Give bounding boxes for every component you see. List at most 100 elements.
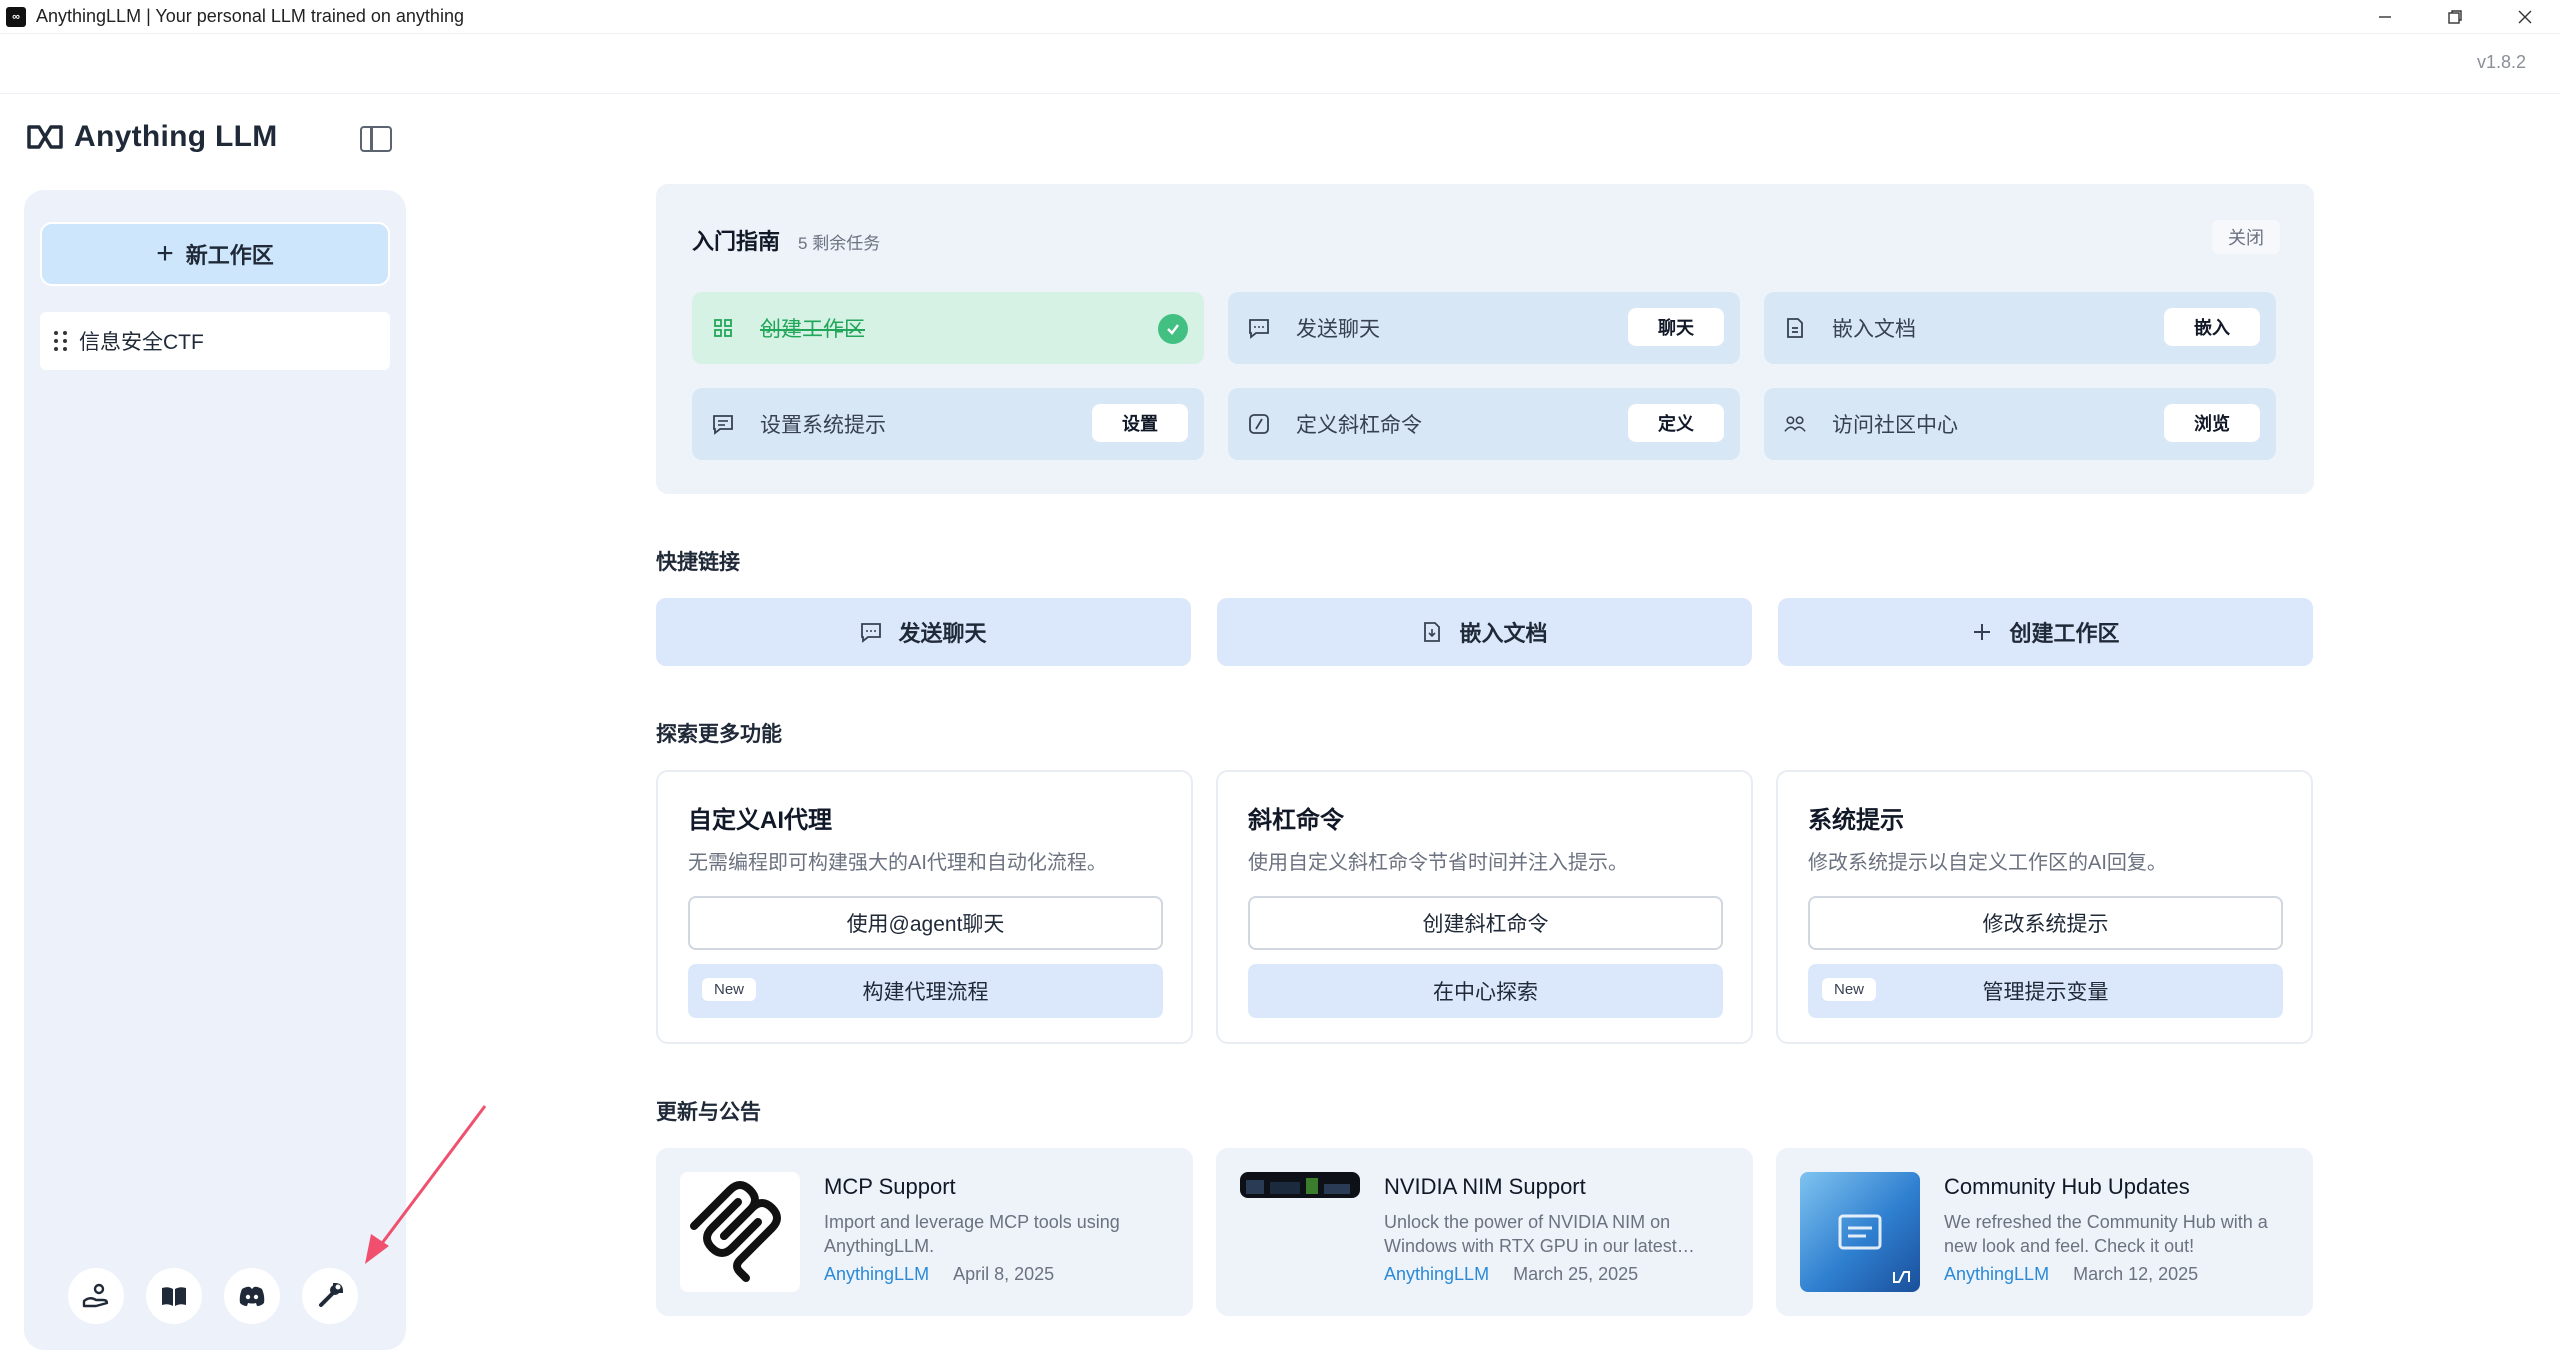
guide-header: 入门指南 5 剩余任务 [692, 224, 880, 256]
news-card-community-hub[interactable]: Community Hub Updates We refreshed the C… [1776, 1148, 2313, 1316]
discord-button[interactable] [224, 1268, 280, 1324]
chat-action-button[interactable]: 聊天 [1628, 308, 1724, 346]
news-item-title: NVIDIA NIM Support [1384, 1174, 1586, 1199]
nvidia-thumbnail [1240, 1172, 1360, 1198]
app-header-bar: v1.8.2 [0, 34, 2560, 94]
chat-icon [1248, 317, 1270, 339]
task-embed-document[interactable]: 嵌入文档 嵌入 [1764, 292, 2276, 364]
task-set-system-prompt[interactable]: 设置系统提示 设置 [692, 388, 1204, 460]
guide-close-button[interactable]: 关闭 [2212, 220, 2280, 254]
news-item-description: Unlock the power of NVIDIA NIM on Window… [1384, 1212, 1695, 1256]
window-title: AnythingLLM | Your personal LLM trained … [36, 6, 464, 26]
getting-started-panel: 入门指南 5 剩余任务 关闭 创建工作区 发送聊天 聊天 嵌入文档 嵌入 设置系… [656, 184, 2314, 494]
close-window-button[interactable] [2490, 0, 2560, 34]
community-icon [1784, 413, 1806, 435]
check-circle-icon [1158, 314, 1188, 344]
chat-with-agent-button[interactable]: 使用@agent聊天 [688, 896, 1163, 950]
document-icon [1784, 317, 1806, 339]
news-card-nvidia[interactable]: NVIDIA NIM Support Unlock the power of N… [1216, 1148, 1753, 1316]
window-controls [2350, 0, 2560, 34]
settings-wrench-icon [319, 1282, 344, 1307]
quick-send-chat-button[interactable]: 发送聊天 [656, 598, 1191, 666]
quick-link-label: 嵌入文档 [1459, 621, 1548, 646]
task-label: 设置系统提示 [760, 414, 886, 437]
task-label: 创建工作区 [760, 318, 865, 341]
guide-remaining-count: 5 剩余任务 [798, 234, 881, 253]
quick-create-workspace-button[interactable]: 创建工作区 [1778, 598, 2313, 666]
quick-links-title: 快捷链接 [656, 551, 740, 574]
task-define-slash-command[interactable]: 定义斜杠命令 定义 [1228, 388, 1740, 460]
guide-title: 入门指南 [692, 229, 781, 254]
task-visit-community-hub[interactable]: 访问社区中心 浏览 [1764, 388, 2276, 460]
docs-button[interactable] [146, 1268, 202, 1324]
restore-button[interactable] [2420, 0, 2490, 34]
feature-card-ai-agent: 自定义AI代理 无需编程即可构建强大的AI代理和自动化流程。 使用@agent聊… [656, 770, 1193, 1044]
task-create-workspace[interactable]: 创建工作区 [692, 292, 1204, 364]
feature-title: 系统提示 [1808, 807, 1904, 834]
feature-description: 修改系统提示以自定义工作区的AI回复。 [1808, 852, 2167, 874]
mcp-logo-thumbnail [680, 1172, 800, 1292]
anythingllm-logo-icon [27, 125, 63, 149]
edit-system-prompt-button[interactable]: 修改系统提示 [1808, 896, 2283, 950]
minimize-icon [2379, 16, 2391, 18]
task-label: 定义斜杠命令 [1296, 414, 1422, 437]
annotation-arrow [365, 1105, 487, 1264]
news-title: 更新与公告 [656, 1101, 761, 1124]
explore-hub-button[interactable]: 在中心探索 [1248, 964, 1723, 1018]
news-meta: AnythingLLM March 12, 2025 [1944, 1264, 2198, 1285]
community-hub-button[interactable] [68, 1268, 124, 1324]
version-label: v1.8.2 [2476, 52, 2526, 72]
define-action-button[interactable]: 定义 [1628, 404, 1724, 442]
news-author-link[interactable]: AnythingLLM [824, 1264, 929, 1285]
workspace-name: 信息安全CTF [79, 331, 204, 354]
browse-action-button[interactable]: 浏览 [2164, 404, 2260, 442]
quick-embed-document-button[interactable]: 嵌入文档 [1217, 598, 1752, 666]
plus-icon [1974, 624, 1991, 640]
feature-title: 自定义AI代理 [688, 807, 832, 834]
quick-link-label: 发送聊天 [898, 621, 987, 646]
new-workspace-button[interactable]: + 新工作区 [40, 222, 390, 286]
create-slash-command-button[interactable]: 创建斜杠命令 [1248, 896, 1723, 950]
news-item-title: Community Hub Updates [1944, 1174, 2190, 1199]
app-logo-icon: ∞ [6, 6, 26, 27]
minimize-button[interactable] [2350, 0, 2420, 34]
news-meta: AnythingLLM March 25, 2025 [1384, 1264, 1638, 1285]
slash-icon [1248, 413, 1270, 435]
feature-description: 无需编程即可构建强大的AI代理和自动化流程。 [688, 852, 1107, 874]
new-badge: New [1822, 978, 1877, 1001]
document-icon [1424, 622, 1441, 642]
restore-icon [2448, 10, 2462, 24]
news-date: April 8, 2025 [953, 1264, 1055, 1284]
feature-card-slash-commands: 斜杠命令 使用自定义斜杠命令节省时间并注入提示。 创建斜杠命令 在中心探索 [1216, 770, 1753, 1044]
sidebar-toggle-button[interactable] [360, 126, 392, 152]
news-date: March 25, 2025 [1513, 1264, 1639, 1284]
set-action-button[interactable]: 设置 [1092, 404, 1188, 442]
settings-button[interactable] [302, 1268, 358, 1324]
build-agent-flow-button[interactable]: New 构建代理流程 [688, 964, 1163, 1018]
manage-prompt-variables-button[interactable]: New 管理提示变量 [1808, 964, 2283, 1018]
close-icon [2518, 10, 2532, 24]
sidebar: + 新工作区 信息安全CTF [24, 190, 406, 1350]
explore-title: 探索更多功能 [656, 723, 782, 746]
embed-action-button[interactable]: 嵌入 [2164, 308, 2260, 346]
news-date: March 12, 2025 [2073, 1264, 2199, 1284]
feature-description: 使用自定义斜杠命令节省时间并注入提示。 [1248, 852, 1628, 874]
community-hub-thumbnail [1800, 1172, 1920, 1292]
sidebar-footer [68, 1268, 358, 1324]
task-label: 访问社区中心 [1832, 414, 1958, 437]
workspace-item[interactable]: 信息安全CTF [40, 312, 390, 370]
discord-icon [239, 1286, 265, 1306]
news-author-link[interactable]: AnythingLLM [1944, 1264, 2049, 1285]
news-item-description: Import and leverage MCP tools using Anyt… [824, 1212, 1120, 1256]
window-titlebar: ∞ AnythingLLM | Your personal LLM traine… [0, 0, 2560, 34]
new-badge: New [702, 978, 757, 1001]
chat-icon [861, 623, 882, 643]
task-send-chat[interactable]: 发送聊天 聊天 [1228, 292, 1740, 364]
button-label: 构建代理流程 [862, 981, 989, 1004]
new-workspace-label: 新工作区 [185, 243, 274, 268]
docs-book-icon [162, 1287, 186, 1306]
news-card-mcp[interactable]: MCP Support Import and leverage MCP tool… [656, 1148, 1193, 1316]
drag-handle-icon[interactable] [54, 331, 67, 351]
news-author-link[interactable]: AnythingLLM [1384, 1264, 1489, 1285]
grid-icon [712, 317, 734, 339]
